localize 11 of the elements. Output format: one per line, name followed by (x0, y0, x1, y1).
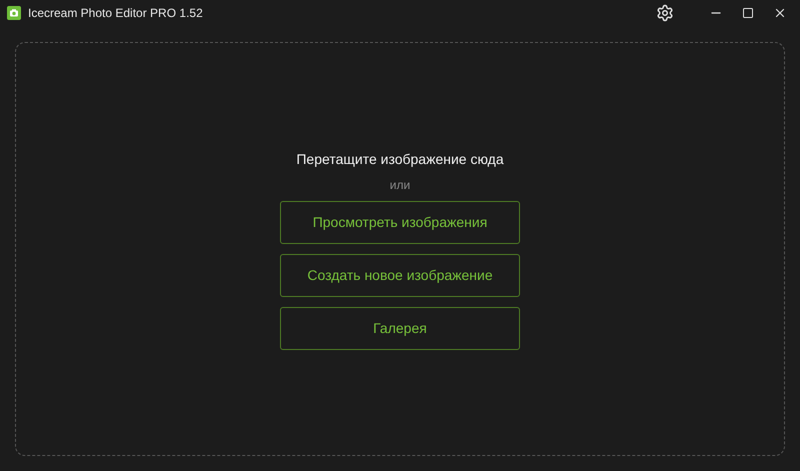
action-button[interactable]: Просмотреть изображения (280, 201, 520, 244)
camera-icon (7, 6, 21, 20)
action-button[interactable]: Создать новое изображение (280, 254, 520, 297)
action-button[interactable]: Галерея (280, 307, 520, 350)
window-title: Icecream Photo Editor PRO 1.52 (28, 5, 203, 22)
close-icon[interactable] (773, 6, 787, 20)
separator-text: или (390, 177, 410, 194)
settings-icon[interactable] (656, 4, 674, 22)
drop-prompt: Перетащите изображение сюда (296, 150, 504, 169)
drop-zone[interactable]: Перетащите изображение сюда или Просмотреть изображения Создать новое изображение Галерея (15, 42, 785, 456)
maximize-icon[interactable] (742, 7, 754, 19)
